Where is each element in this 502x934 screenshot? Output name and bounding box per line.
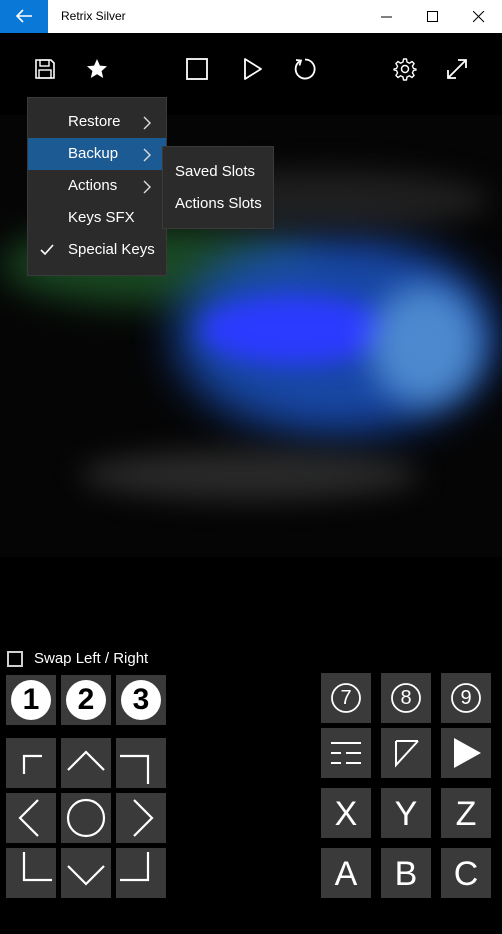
circle-icon (66, 798, 106, 838)
mode-button[interactable] (381, 728, 431, 778)
chevron-up-icon (67, 750, 105, 771)
chevron-right-icon (143, 180, 151, 198)
menu-item-special-keys[interactable]: Special Keys (28, 234, 166, 266)
stop-button[interactable] (177, 49, 217, 89)
face-button-b[interactable]: B (381, 848, 431, 898)
window-title: Retrix Silver (61, 9, 126, 23)
settings-button[interactable] (385, 49, 425, 89)
number-key-label: 2 (77, 683, 95, 716)
number-key-7-button[interactable]: 7 (321, 673, 371, 723)
dashed-lines-icon (331, 742, 361, 764)
number-key-9-button[interactable]: 9 (441, 673, 491, 723)
save-menu: Restore Backup Actions Keys SFX Special Keys (27, 97, 167, 276)
play-triangle-icon (454, 738, 481, 768)
chevron-right-icon (143, 148, 151, 166)
face-button-z[interactable]: Z (441, 788, 491, 838)
number-key-label: 9 (460, 687, 472, 709)
number-key-label: 7 (340, 687, 352, 709)
back-arrow-icon (15, 9, 32, 23)
swap-label: Swap Left / Right (34, 650, 149, 667)
submenu-item-label: Actions Slots (175, 195, 262, 212)
close-icon (473, 11, 485, 23)
fullscreen-icon (447, 59, 467, 79)
number-key-3-button[interactable]: 3 (116, 675, 166, 725)
maximize-icon (427, 11, 438, 22)
minimize-icon (381, 16, 392, 18)
save-icon (35, 59, 55, 79)
game-blur-lightblue (370, 285, 480, 405)
start-button[interactable] (441, 728, 491, 778)
menu-item-restore[interactable]: Restore (28, 106, 166, 138)
number-key-label: 8 (400, 687, 412, 709)
chevron-right-icon (133, 799, 154, 837)
play-icon (244, 58, 262, 80)
face-button-y[interactable]: Y (381, 788, 431, 838)
dpad-right-button[interactable] (116, 793, 166, 843)
corner-down-right-icon (120, 852, 150, 882)
settings-icon (393, 58, 417, 81)
close-button[interactable] (456, 0, 502, 33)
checkmark-icon (40, 243, 54, 260)
chevron-right-icon (143, 116, 151, 134)
star-icon (87, 59, 107, 78)
corner-up-left-icon (22, 754, 42, 774)
dpad-down-button[interactable] (61, 848, 111, 898)
back-button[interactable] (0, 0, 48, 33)
dpad-up-button[interactable] (61, 738, 111, 788)
menu-item-actions[interactable]: Actions (28, 170, 166, 202)
play-button[interactable] (232, 49, 272, 89)
favorite-button[interactable] (77, 49, 117, 89)
reset-button[interactable] (285, 49, 325, 89)
minimize-button[interactable] (364, 0, 410, 33)
triangle-corner-icon (395, 740, 419, 768)
face-button-a[interactable]: A (321, 848, 371, 898)
dpad-up-right-button[interactable] (116, 738, 166, 788)
dpad-center-button[interactable] (61, 793, 111, 843)
menu-lines-button[interactable] (321, 728, 371, 778)
dpad-down-left-button[interactable] (6, 848, 56, 898)
menu-item-label: Backup (68, 145, 119, 162)
menu-item-backup[interactable]: Backup (28, 138, 166, 170)
submenu-item-actions-slots[interactable]: Actions Slots (163, 188, 273, 220)
dpad-left-button[interactable] (6, 793, 56, 843)
menu-item-label: Special Keys (68, 241, 155, 258)
reset-icon (294, 58, 316, 80)
submenu-item-saved-slots[interactable]: Saved Slots (163, 156, 273, 188)
game-blur-logo (200, 295, 390, 365)
number-key-label: 3 (132, 683, 150, 716)
fullscreen-button[interactable] (437, 49, 477, 89)
menu-item-label: Actions (68, 177, 118, 194)
menu-item-label: Keys SFX (68, 209, 135, 226)
number-key-label: 1 (22, 683, 40, 716)
number-key-2-button[interactable]: 2 (61, 675, 111, 725)
corner-up-right-icon (120, 754, 150, 784)
maximize-button[interactable] (410, 0, 456, 33)
dpad-up-left-button[interactable] (6, 738, 56, 788)
save-button[interactable] (25, 49, 65, 89)
menu-item-keys-sfx[interactable]: Keys SFX (28, 202, 166, 234)
number-key-8-button[interactable]: 8 (381, 673, 431, 723)
game-blur-text (80, 450, 420, 500)
menu-item-label: Restore (68, 113, 121, 130)
stop-icon (186, 58, 208, 80)
number-key-1-button[interactable]: 1 (6, 675, 56, 725)
face-button-c[interactable]: C (441, 848, 491, 898)
backup-submenu: Saved Slots Actions Slots (162, 146, 274, 229)
face-button-x[interactable]: X (321, 788, 371, 838)
submenu-item-label: Saved Slots (175, 163, 256, 180)
corner-down-left-icon (22, 852, 52, 882)
chevron-left-icon (18, 799, 39, 837)
chevron-down-icon (67, 865, 105, 886)
swap-checkbox[interactable] (7, 651, 23, 667)
dpad-down-right-button[interactable] (116, 848, 166, 898)
